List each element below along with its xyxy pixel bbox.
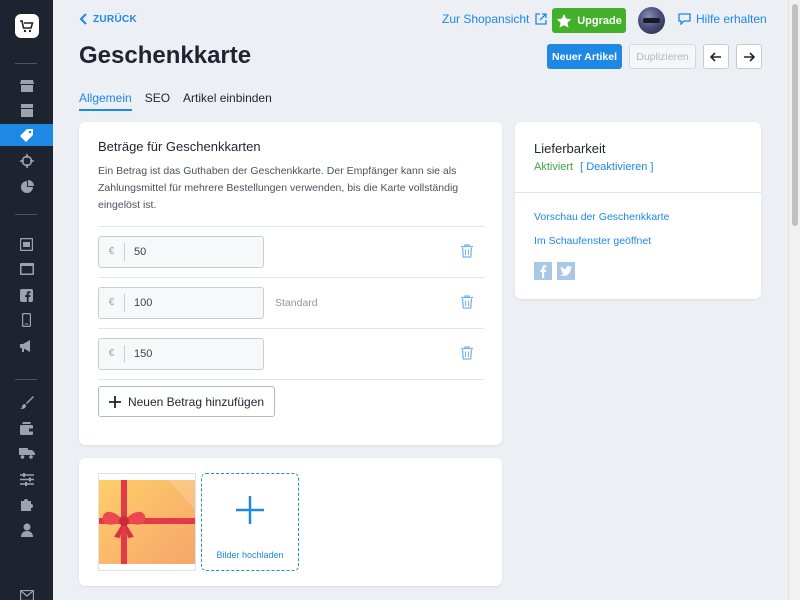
scrollbar-thumb[interactable] [792, 4, 798, 226]
amounts-description: Ein Betrag ist das Guthaben der Geschenk… [98, 165, 459, 211]
amount-row: € 150 [98, 328, 484, 379]
mail-icon[interactable] [0, 584, 53, 600]
shop-view-label: Zur Shopansicht [442, 12, 530, 26]
currency-symbol: € [99, 345, 125, 363]
upgrade-label: Upgrade [577, 14, 622, 27]
amount-value: 100 [134, 297, 153, 309]
arrow-left-icon [710, 51, 721, 62]
trash-icon[interactable] [461, 244, 473, 263]
sidebar-divider [15, 379, 37, 380]
megaphone-icon[interactable] [0, 335, 53, 357]
browser-icon[interactable] [0, 258, 53, 280]
help-link[interactable]: Hilfe erhalten [678, 12, 767, 26]
preview-link[interactable]: Vorschau der Geschenkkarte [534, 211, 669, 223]
sidebar-divider [15, 63, 37, 64]
target-icon[interactable] [0, 150, 53, 172]
currency-symbol: € [99, 294, 125, 312]
puzzle-icon[interactable] [0, 493, 53, 515]
truck-icon[interactable] [0, 442, 53, 464]
chevron-left-icon [79, 13, 87, 25]
amount-row: € 100 Standard [98, 277, 484, 328]
currency-symbol: € [99, 243, 125, 261]
shop-logo-icon[interactable] [15, 14, 39, 38]
previous-button[interactable] [703, 44, 729, 69]
images-card: Bilder hochladen [79, 458, 502, 586]
page-title: Geschenkkarte [79, 42, 252, 69]
pie-chart-icon[interactable] [0, 176, 53, 198]
row-divider [98, 379, 484, 380]
wallet-icon[interactable] [0, 417, 53, 439]
mobile-icon[interactable] [0, 309, 53, 331]
plus-icon [236, 496, 264, 524]
trash-icon[interactable] [461, 295, 473, 314]
back-link[interactable]: ZURÜCK [79, 13, 137, 25]
amount-badge: Standard [275, 297, 318, 309]
brush-icon[interactable] [0, 391, 53, 413]
user-icon[interactable] [0, 519, 53, 541]
tag-icon[interactable] [0, 124, 53, 146]
delivery-card: Lieferbarkeit Aktiviert [ Deaktivieren ]… [515, 122, 761, 299]
arrow-right-icon [744, 51, 755, 62]
sliders-icon[interactable] [0, 468, 53, 490]
storefront-link[interactable]: Im Schaufenster geöffnet [534, 235, 651, 247]
tab-seo[interactable]: SEO [145, 91, 170, 111]
shop-view-link[interactable]: Zur Shopansicht [442, 12, 548, 26]
amount-input[interactable]: € 150 [98, 338, 264, 370]
trash-icon[interactable] [461, 346, 473, 365]
page-scrollbar[interactable] [788, 0, 800, 600]
status-label: Aktiviert [534, 161, 574, 173]
tab-general[interactable]: Allgemein [79, 91, 132, 111]
tab-embed[interactable]: Artikel einbinden [183, 91, 272, 111]
window-icon[interactable] [0, 233, 53, 255]
social-buttons [534, 262, 575, 280]
upload-label: Bilder hochladen [216, 550, 284, 560]
back-label: ZURÜCK [93, 13, 138, 25]
delivery-status-row: Aktiviert [ Deaktivieren ] [534, 161, 654, 173]
amount-value: 150 [134, 348, 153, 360]
avatar[interactable] [638, 7, 665, 34]
amounts-card: Beträge für Geschenkkarten Ein Betrag is… [79, 122, 502, 445]
upgrade-button[interactable]: Upgrade [552, 8, 626, 33]
new-item-button[interactable]: Neuer Artikel [547, 44, 622, 69]
add-amount-label: Neuen Betrag hinzufügen [127, 394, 265, 409]
amount-value: 50 [134, 246, 147, 258]
gift-card-image[interactable] [98, 473, 196, 571]
facebook-icon[interactable] [0, 284, 53, 306]
amounts-title: Beträge für Geschenkkarten [98, 139, 261, 154]
duplicate-button[interactable]: Duplizieren [629, 44, 696, 69]
inbox-icon[interactable] [0, 99, 53, 121]
upload-images-button[interactable]: Bilder hochladen [201, 473, 299, 571]
store-icon[interactable] [0, 74, 53, 96]
next-button[interactable] [736, 44, 762, 69]
amount-input[interactable]: € 100 [98, 287, 264, 319]
amount-row: € 50 [98, 226, 484, 277]
card-divider [515, 192, 761, 193]
delivery-title: Lieferbarkeit [534, 141, 606, 156]
tab-bar: Allgemein SEO Artikel einbinden [79, 91, 272, 111]
help-label: Hilfe erhalten [696, 12, 767, 26]
star-icon [556, 13, 572, 28]
twitter-share-icon[interactable] [557, 262, 575, 280]
add-amount-button[interactable]: Neuen Betrag hinzufügen [98, 386, 275, 417]
deactivate-link[interactable]: [ Deaktivieren ] [580, 161, 653, 173]
chat-bubble-icon [678, 13, 691, 25]
sidebar [0, 0, 53, 600]
amount-input[interactable]: € 50 [98, 236, 264, 268]
facebook-share-icon[interactable] [534, 262, 552, 280]
external-link-icon [535, 13, 548, 25]
plus-icon [108, 395, 121, 408]
sidebar-divider [15, 214, 37, 215]
